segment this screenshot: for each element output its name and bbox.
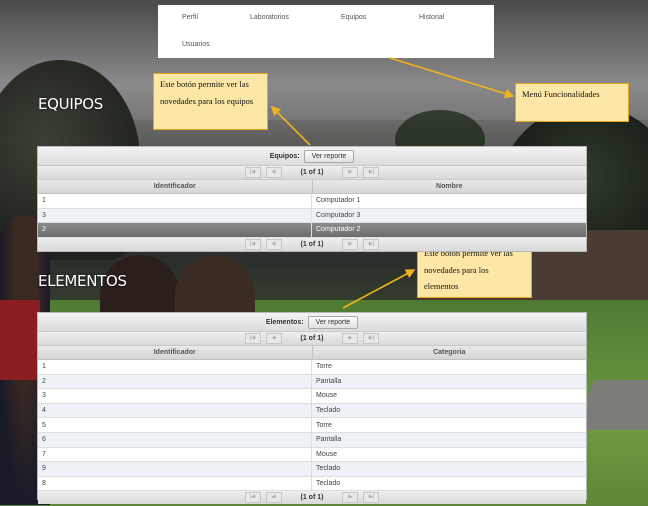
equipos-caption-label: Equipos: xyxy=(269,152,300,160)
equipos-heading: EQUIPOS xyxy=(38,95,103,113)
table-row[interactable]: 8 Teclado xyxy=(38,476,586,492)
equipos-annotation-note: Este botón permite ver las novedades par… xyxy=(153,73,268,130)
cell-name: Computador 1 xyxy=(316,197,361,205)
column-header-identificador[interactable]: Identificador xyxy=(38,180,313,193)
elementos-page-count: (1 of 1) xyxy=(300,335,324,342)
elementos-caption-label: Elementos: xyxy=(265,318,304,326)
equipos-table: Equipos: Ver reporte |◀ ◀ (1 of 1) ▶ ▶| … xyxy=(37,146,587,252)
first-page-icon[interactable]: |◀ xyxy=(244,492,261,504)
equipos-pager-bottom: |◀ ◀ (1 of 1) ▶ ▶| xyxy=(38,237,586,251)
first-page-icon[interactable]: |◀ xyxy=(244,238,261,250)
elementos-table: Elementos: Ver reporte |◀ ◀ (1 of 1) ▶ ▶… xyxy=(37,312,587,505)
cell-category: Pantalla xyxy=(316,377,342,385)
prev-page-icon[interactable]: ◀ xyxy=(265,333,282,344)
cell-category: Teclado xyxy=(316,480,341,488)
elementos-pager-top: |◀ ◀ (1 of 1) ▶ ▶| xyxy=(38,332,586,346)
table-row[interactable]: 2 Pantalla xyxy=(38,374,586,390)
last-page-icon[interactable]: ▶| xyxy=(363,167,380,178)
first-page-icon[interactable]: |◀ xyxy=(244,333,261,344)
table-row[interactable]: 1 Torre xyxy=(38,360,586,375)
prev-page-icon[interactable]: ◀ xyxy=(265,492,282,504)
menu-item-perfil[interactable]: Perfil xyxy=(182,14,198,21)
elementos-table-header: Identificador Categoria xyxy=(38,346,586,360)
cell-category: Mouse xyxy=(316,450,338,458)
equipos-ver-reporte-button[interactable]: Ver reporte xyxy=(303,149,355,163)
cell-id: 5 xyxy=(38,418,312,432)
table-row-selected[interactable]: 2 Computador 2 xyxy=(38,223,586,238)
equipos-page-count: (1 of 1) xyxy=(300,169,324,176)
equipos-table-caption: Equipos: Ver reporte xyxy=(38,147,586,166)
next-page-icon[interactable]: ▶ xyxy=(342,238,359,250)
next-page-icon[interactable]: ▶ xyxy=(342,492,359,504)
cell-id: 9 xyxy=(38,462,312,476)
cell-name: Computador 3 xyxy=(316,211,361,219)
next-page-icon[interactable]: ▶ xyxy=(342,167,359,178)
menu-item-equipos[interactable]: Equipos xyxy=(341,14,366,21)
cell-id: 2 xyxy=(38,223,312,237)
cell-id: 6 xyxy=(38,432,312,447)
elementos-page-count-bottom: (1 of 1) xyxy=(300,494,324,502)
cell-id: 3 xyxy=(38,389,312,403)
last-page-icon[interactable]: ▶| xyxy=(363,238,380,250)
prev-page-icon[interactable]: ◀ xyxy=(265,167,282,178)
cell-id: 1 xyxy=(38,194,312,208)
cell-id: 4 xyxy=(38,403,312,418)
cell-category: Mouse xyxy=(316,392,338,400)
prev-page-icon[interactable]: ◀ xyxy=(265,238,282,250)
table-row[interactable]: 1 Computador 1 xyxy=(38,194,586,209)
column-header-identificador[interactable]: Identificador xyxy=(38,346,313,359)
cell-id: 7 xyxy=(38,447,312,462)
next-page-icon[interactable]: ▶ xyxy=(342,333,359,344)
elementos-pager-bottom: |◀ ◀ (1 of 1) ▶ ▶| xyxy=(38,491,586,505)
elementos-ver-reporte-button[interactable]: Ver reporte xyxy=(307,315,359,329)
cell-id: 3 xyxy=(38,208,312,223)
cell-category: Torre xyxy=(316,421,332,429)
menu-item-historial[interactable]: Historial xyxy=(419,14,444,21)
column-header-categoria[interactable]: Categoria xyxy=(313,346,587,359)
cell-category: Pantalla xyxy=(316,436,342,444)
cell-category: Teclado xyxy=(316,465,341,473)
table-row[interactable]: 7 Mouse xyxy=(38,447,586,463)
elementos-heading: ELEMENTOS xyxy=(38,272,127,290)
equipos-page-count-bottom: (1 of 1) xyxy=(300,240,324,248)
elementos-table-caption: Elementos: Ver reporte xyxy=(38,313,586,332)
menu-annotation-note: Menú Funcionalidades xyxy=(515,83,629,122)
table-row[interactable]: 4 Teclado xyxy=(38,403,586,419)
table-row[interactable]: 3 Computador 3 xyxy=(38,208,586,224)
table-row[interactable]: 5 Torre xyxy=(38,418,586,433)
cell-id: 8 xyxy=(38,476,312,491)
equipos-pager-top: |◀ ◀ (1 of 1) ▶ ▶| xyxy=(38,166,586,180)
first-page-icon[interactable]: |◀ xyxy=(244,167,261,178)
menu-item-laboratorios[interactable]: Laboratorios xyxy=(250,14,289,21)
cell-category: Torre xyxy=(316,363,332,371)
equipos-table-header: Identificador Nombre xyxy=(38,180,586,194)
cell-name: Computador 2 xyxy=(316,226,361,234)
table-row[interactable]: 9 Teclado xyxy=(38,462,586,477)
table-row[interactable]: 6 Pantalla xyxy=(38,432,586,448)
table-row[interactable]: 3 Mouse xyxy=(38,389,586,404)
cell-id: 2 xyxy=(38,374,312,389)
cell-category: Teclado xyxy=(316,407,341,415)
main-menu: Perfil Laboratorios Equipos Historial Us… xyxy=(158,5,494,58)
last-page-icon[interactable]: ▶| xyxy=(363,492,380,504)
column-header-nombre[interactable]: Nombre xyxy=(313,180,587,193)
cell-id: 1 xyxy=(38,360,312,374)
menu-item-usuarios[interactable]: Usuarios xyxy=(182,41,210,48)
last-page-icon[interactable]: ▶| xyxy=(363,333,380,344)
